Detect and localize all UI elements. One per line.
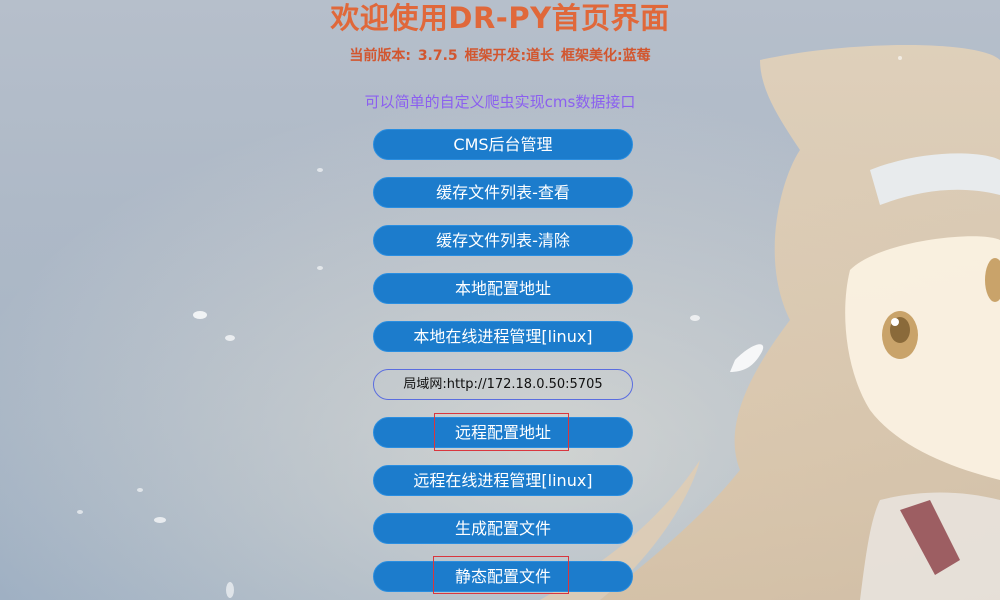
page-title: 欢迎使用DR-PY首页界面 <box>330 1 670 35</box>
generate-config-button[interactable]: 生成配置文件 <box>373 513 633 544</box>
main-content: 欢迎使用DR-PY首页界面 当前版本: 3.7.5 框架开发:道长 框架美化:蓝… <box>0 0 1000 600</box>
page-subtitle: 可以简单的自定义爬虫实现cms数据接口 <box>364 93 636 111</box>
framework-beauty-credit: 框架美化:蓝莓 <box>561 48 651 64</box>
version-value: 3.7.5 <box>417 48 458 64</box>
version-info: 当前版本: 3.7.5 框架开发:道长 框架美化:蓝莓 <box>0 46 1000 66</box>
remote-config-address-button[interactable]: 远程配置地址 <box>373 417 633 448</box>
cache-list-view-button[interactable]: 缓存文件列表-查看 <box>373 177 633 208</box>
version-label: 当前版本: <box>349 48 411 64</box>
cache-list-clear-button[interactable]: 缓存文件列表-清除 <box>373 225 633 256</box>
framework-dev-credit: 框架开发:道长 <box>464 48 555 64</box>
static-config-button[interactable]: 静态配置文件 <box>373 561 633 592</box>
remote-process-manage-button[interactable]: 远程在线进程管理[linux] <box>373 465 633 496</box>
local-config-address-button[interactable]: 本地配置地址 <box>373 273 633 304</box>
local-process-manage-button[interactable]: 本地在线进程管理[linux] <box>373 321 633 352</box>
cms-admin-button[interactable]: CMS后台管理 <box>373 129 633 160</box>
lan-address-button[interactable]: 局域网:http://172.18.0.50:5705 <box>373 369 633 400</box>
